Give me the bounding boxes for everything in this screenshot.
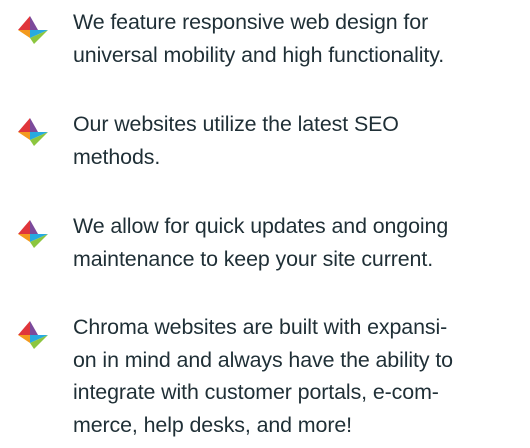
feature-line: We allow for quick updates and ongoing [73,214,449,238]
chroma-arrow-icon [16,118,48,146]
feature-line: merce, help desks, and more! [73,412,352,437]
chroma-arrow-icon [16,220,48,248]
feature-line: on in mind and always have the ability t… [73,347,453,372]
feature-line: We feature responsive web design for [73,10,429,34]
feature-text: Our websites utilize the latest SEO meth… [73,108,528,173]
feature-line: methods. [73,144,161,169]
feature-line: integrate with customer portals, e-com- [73,380,439,404]
feature-line: Our websites utilize the latest SEO [73,112,399,136]
feature-line: Chroma websites are built with expansi- [73,315,448,339]
feature-text: Chroma websites are built with expansi- … [73,311,528,441]
feature-text: We allow for quick updates and ongoing m… [73,210,528,275]
feature-list: We feature responsive web design for uni… [0,0,530,448]
feature-line: universal mobility and high functionalit… [73,42,445,67]
chroma-arrow-icon [16,16,48,44]
chroma-arrow-icon [16,321,48,349]
feature-text: We feature responsive web design for uni… [73,6,528,71]
feature-line: maintenance to keep your site current. [73,246,434,271]
